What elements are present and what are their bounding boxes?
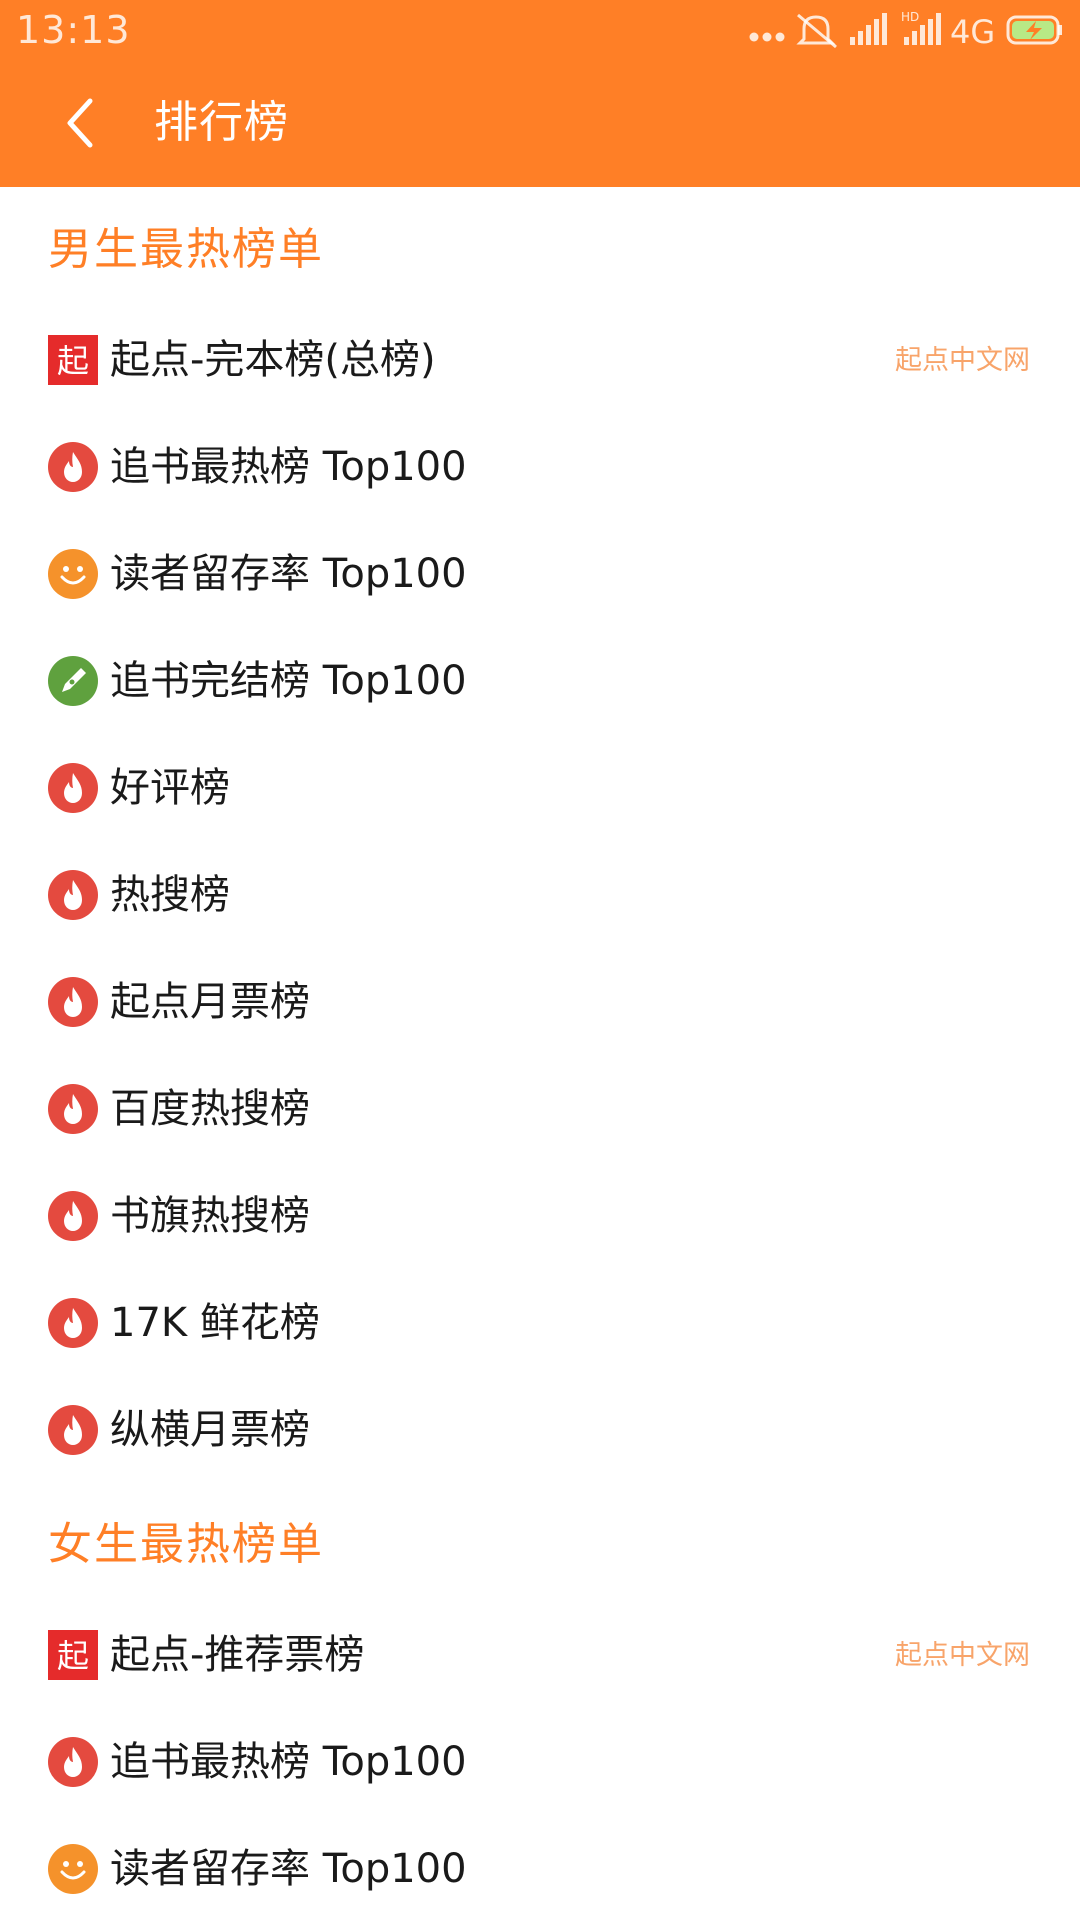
list-item-label: 起点-完本榜(总榜)	[110, 337, 436, 383]
list-item-label: 起点月票榜	[110, 979, 310, 1025]
flame-icon	[48, 977, 98, 1027]
flame-icon	[48, 1405, 98, 1455]
status-time: 13:13	[16, 8, 131, 52]
list-item-female-3[interactable]: 读者留存率 Top100	[0, 1816, 1080, 1920]
list-item-source: 起点中文网	[895, 1640, 1030, 1671]
list-item-label: 追书完结榜 Top100	[110, 658, 467, 704]
list-item-label: 纵横月票榜	[110, 1407, 310, 1453]
list-item-label: 百度热搜榜	[110, 1086, 310, 1132]
flame-icon	[48, 870, 98, 920]
network-4g-icon: 4G	[950, 13, 995, 49]
list-item-label: 好评榜	[110, 765, 230, 811]
list-item-male-3[interactable]: 读者留存率 Top100	[0, 521, 1080, 628]
signal-icon	[850, 13, 887, 45]
hd-signal-icon: HD	[901, 10, 941, 45]
female-section-title: 女生最热榜单	[48, 1519, 324, 1570]
flame-icon	[48, 1084, 98, 1134]
list-item-male-5[interactable]: 好评榜	[0, 735, 1080, 842]
flame-icon	[48, 763, 98, 813]
list-item-male-8[interactable]: 百度热搜榜	[0, 1056, 1080, 1163]
mute-bell-icon	[796, 13, 837, 49]
list-item-male-7[interactable]: 起点月票榜	[0, 949, 1080, 1056]
svg-text:HD: HD	[901, 10, 919, 24]
list-item-label: 书旗热搜榜	[110, 1193, 310, 1239]
smile-icon	[48, 1844, 98, 1894]
list-item-label: 17K 鲜花榜	[110, 1300, 320, 1346]
status-icons: HD 4G	[746, 9, 1066, 49]
list-item-male-11[interactable]: 纵横月票榜	[0, 1377, 1080, 1484]
list-item-source: 起点中文网	[895, 345, 1030, 376]
list-item-male-4[interactable]: 追书完结榜 Top100	[0, 628, 1080, 735]
more-dots-icon	[749, 32, 785, 42]
qidian-logo-icon: 起	[48, 1630, 98, 1680]
toolbar: 排行榜	[0, 57, 1080, 187]
list-item-label: 追书最热榜 Top100	[110, 444, 467, 490]
ranking-list[interactable]: 男生最热榜单 起 起点-完本榜(总榜) 起点中文网 追书最热榜 Top100 读…	[0, 187, 1080, 1920]
list-item-male-9[interactable]: 书旗热搜榜	[0, 1163, 1080, 1270]
chevron-left-icon	[67, 98, 93, 148]
list-item-label: 读者留存率 Top100	[110, 551, 467, 597]
pen-icon	[48, 656, 98, 706]
status-bar: 13:13 HD 4G	[0, 0, 1080, 57]
list-item-label: 追书最热榜 Top100	[110, 1739, 467, 1785]
smile-icon	[48, 549, 98, 599]
flame-icon	[48, 1298, 98, 1348]
svg-text:起: 起	[57, 342, 89, 380]
svg-text:4G: 4G	[950, 13, 995, 49]
svg-text:起: 起	[57, 1637, 89, 1675]
list-item-label: 读者留存率 Top100	[110, 1846, 467, 1892]
back-button[interactable]	[52, 91, 116, 155]
list-item-male-2[interactable]: 追书最热榜 Top100	[0, 414, 1080, 521]
page-title: 排行榜	[154, 97, 289, 148]
battery-charging-icon	[1006, 15, 1062, 45]
list-item-male-1[interactable]: 起 起点-完本榜(总榜) 起点中文网	[0, 307, 1080, 414]
screen: 13:13 HD 4G 排行榜 男生最热榜单 起 起点-完本榜(总榜) 起点中文…	[0, 0, 1080, 1920]
flame-icon	[48, 442, 98, 492]
list-item-female-1[interactable]: 起 起点-推荐票榜 起点中文网	[0, 1602, 1080, 1709]
qidian-logo-icon: 起	[48, 335, 98, 385]
male-section-title: 男生最热榜单	[48, 224, 324, 275]
list-item-male-10[interactable]: 17K 鲜花榜	[0, 1270, 1080, 1377]
flame-icon	[48, 1191, 98, 1241]
list-item-label: 热搜榜	[110, 872, 230, 918]
list-item-male-6[interactable]: 热搜榜	[0, 842, 1080, 949]
list-item-label: 起点-推荐票榜	[110, 1632, 365, 1678]
flame-icon	[48, 1737, 98, 1787]
list-item-female-2[interactable]: 追书最热榜 Top100	[0, 1709, 1080, 1816]
